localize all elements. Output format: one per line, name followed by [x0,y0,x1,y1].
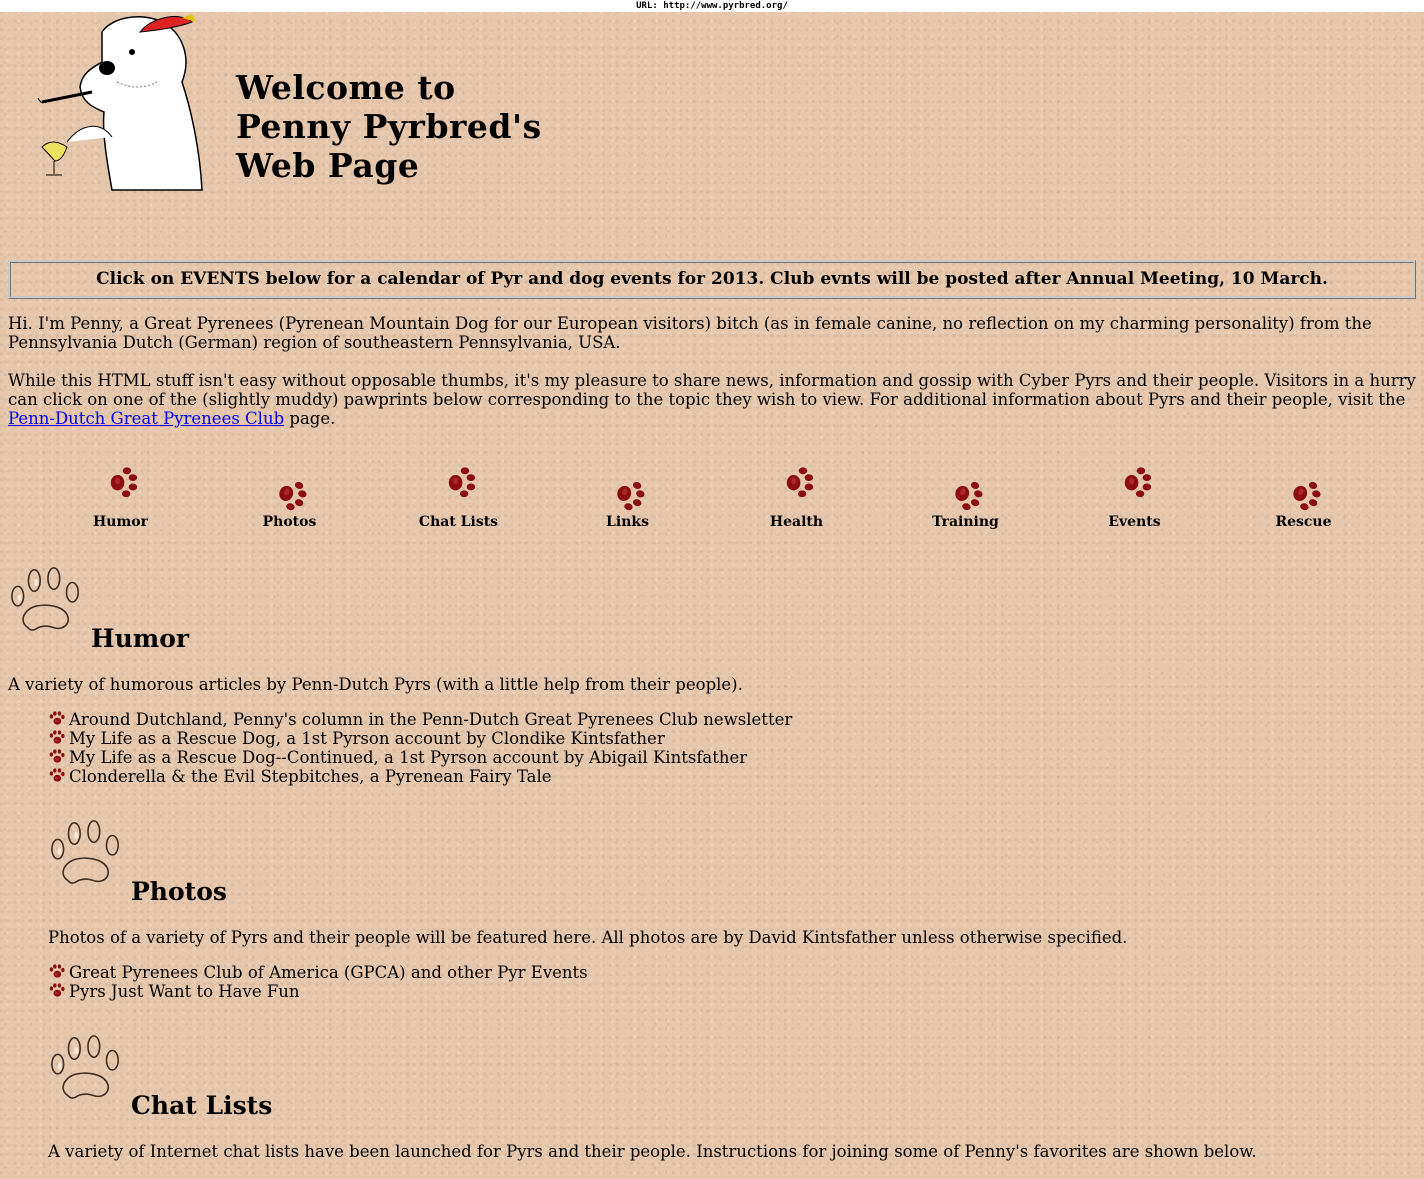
nav-label[interactable]: Health [712,514,881,530]
nav-chat-lists[interactable]: Chat Lists [374,460,543,530]
chat-lists-description: A variety of Internet chat lists have be… [48,1142,1257,1161]
intro-paragraph-2: While this HTML stuff isn't easy without… [8,371,1416,428]
list-item[interactable]: Great Pyrenees Club of America (GPCA) an… [48,963,588,982]
list-item[interactable]: My Life as a Rescue Dog, a 1st Pyrson ac… [48,729,792,748]
nav-label[interactable]: Humor [36,514,205,530]
page-title: Welcome to Penny Pyrbred's Web Page [236,68,542,185]
nav-humor[interactable]: Humor [36,460,205,530]
humor-description: A variety of humorous articles by Penn-D… [8,675,743,694]
nav-rescue[interactable]: Rescue [1219,460,1388,530]
photos-heading: Photos [131,877,227,906]
pawprint-bullet-icon [48,749,65,766]
photos-list: Great Pyrenees Club of America (GPCA) an… [48,963,588,1001]
pawprint-icon[interactable] [1287,474,1321,512]
url-bar: URL: http://www.pyrbred.org/ [0,0,1424,12]
club-link[interactable]: Penn-Dutch Great Pyrenees Club [8,409,284,428]
title-line-3: Web Page [236,146,420,185]
nav-photos[interactable]: Photos [205,460,374,530]
list-item[interactable]: Clonderella & the Evil Stepbitches, a Py… [48,767,792,786]
section-pawprint-icon [8,566,86,636]
title-line-1: Welcome to [236,68,456,107]
intro-text: While this HTML stuff isn't easy without… [8,371,1416,409]
nav-health[interactable]: Health [712,460,881,530]
list-item[interactable]: Pyrs Just Want to Have Fun [48,982,588,1001]
pawprint-bullet-icon [48,711,65,728]
pawprint-bullet-icon [48,730,65,747]
nav-label[interactable]: Events [1050,514,1219,530]
pawprint-icon[interactable] [442,462,476,500]
pawprint-icon[interactable] [1118,462,1152,500]
dog-logo [37,14,203,191]
pawprint-bullet-icon [48,964,65,981]
pawprint-icon[interactable] [273,474,307,512]
nav-label[interactable]: Photos [205,514,374,530]
pawprint-bullet-icon [48,768,65,785]
events-banner: Click on EVENTS below for a calendar of … [8,260,1416,299]
nav-label[interactable]: Training [881,514,1050,530]
nav-events[interactable]: Events [1050,460,1219,530]
title-line-2: Penny Pyrbred's [236,107,542,146]
section-pawprint-icon [48,819,126,889]
section-pawprint-icon [48,1034,126,1104]
humor-list: Around Dutchland, Penny's column in the … [48,710,792,786]
list-item[interactable]: Around Dutchland, Penny's column in the … [48,710,792,729]
nav-links[interactable]: Links [543,460,712,530]
pawprint-bullet-icon [48,983,65,1000]
nav-label[interactable]: Chat Lists [374,514,543,530]
humor-heading: Humor [91,624,190,653]
intro-paragraph: Hi. I'm Penny, a Great Pyrenees (Pyrenea… [8,314,1372,352]
list-item[interactable]: My Life as a Rescue Dog--Continued, a 1s… [48,748,792,767]
photos-description: Photos of a variety of Pyrs and their pe… [48,928,1128,947]
pawprint-icon[interactable] [949,474,983,512]
chat-lists-heading: Chat Lists [131,1091,273,1120]
nav-label[interactable]: Links [543,514,712,530]
intro-text-end: page. [284,409,336,428]
nav-label[interactable]: Rescue [1219,514,1388,530]
pawprint-icon[interactable] [780,462,814,500]
pawprint-icon[interactable] [104,462,138,500]
nav-training[interactable]: Training [881,460,1050,530]
pawprint-icon[interactable] [611,474,645,512]
